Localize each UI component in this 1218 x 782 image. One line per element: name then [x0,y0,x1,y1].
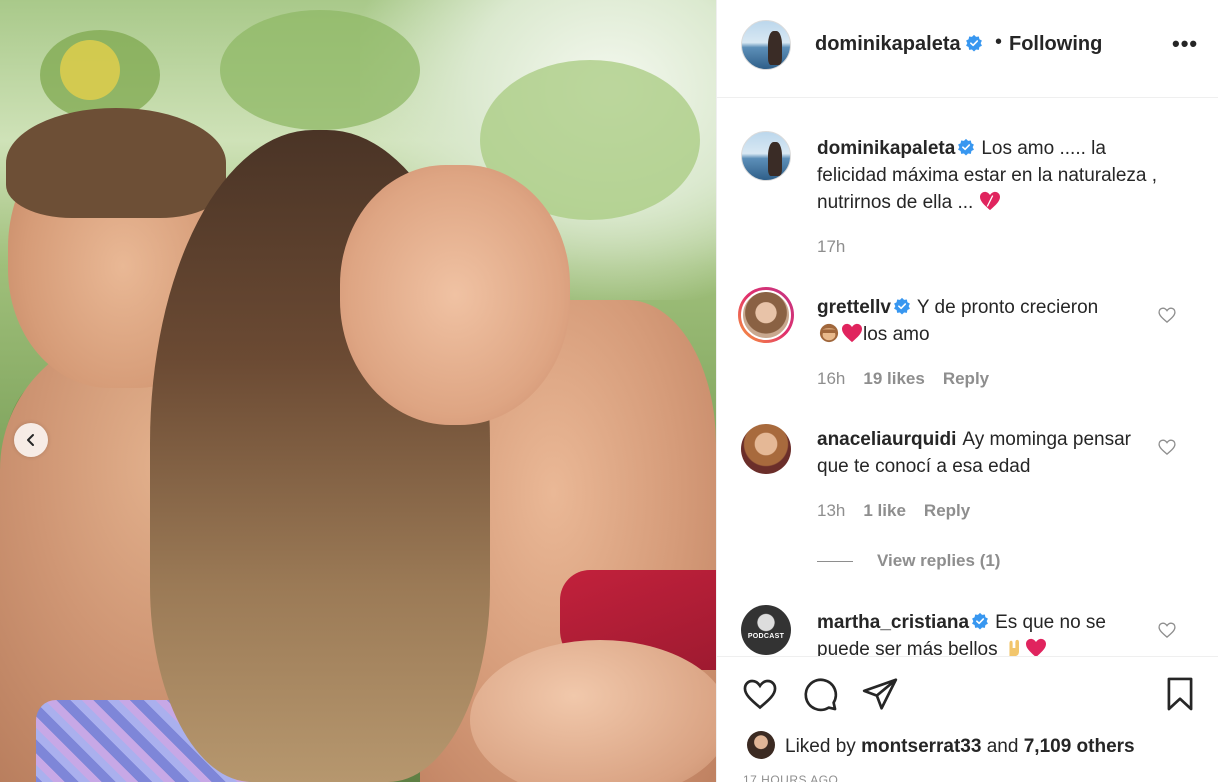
share-icon[interactable] [861,675,899,713]
following-button[interactable]: Following [1009,33,1102,56]
rock-hand-emoji-icon [1009,639,1019,656]
author-username-text[interactable]: dominikapaleta [815,33,961,55]
comment-username[interactable]: martha_cristiana [817,612,969,633]
caption-avatar[interactable] [741,131,791,181]
comment-likes[interactable]: 19 likes [863,369,924,388]
comment-time[interactable]: 16h [817,369,845,388]
verified-badge-icon [965,34,982,52]
post-actions: Liked by montserrat33 and 7,109 others 1… [717,656,1218,782]
caption-text-block: dominikapaleta Los amo ..... la felicidad… [817,135,1177,216]
post-timestamp[interactable]: 17 HOURS AGO [743,773,838,782]
comment-text-line2: los amo [863,324,930,345]
author-avatar[interactable] [741,20,791,70]
caption-username[interactable]: dominikapaleta [817,138,955,159]
post-side-panel: dominikapaleta • Following ••• dominikap… [716,0,1218,782]
chevron-left-icon [27,434,34,446]
liked-by-conj: and [986,736,1019,757]
comment-avatar-grettellv[interactable] [738,287,794,343]
liked-by-prefix: Liked by [785,736,856,757]
heart-emoji-icon [979,191,1000,211]
view-replies-button[interactable]: View replies (1) [817,551,1000,571]
post-photo [0,0,716,782]
verified-badge-icon [972,612,988,630]
bookmark-icon[interactable] [1161,675,1199,713]
liked-by: Liked by montserrat33 and 7,109 others [747,731,1135,759]
comment-avatar-anaceliaurquidi[interactable] [741,424,791,474]
avatar-image [741,290,791,340]
previous-photo-button[interactable] [14,423,48,457]
heart-emoji-icon [1025,638,1046,656]
liker-avatar[interactable] [747,731,775,759]
like-comment-heart-icon[interactable] [1157,437,1177,457]
verified-badge-icon [958,138,975,156]
comment-meta: 16h 19 likes Reply [817,369,1007,389]
post-header: dominikapaleta • Following ••• [717,0,1218,98]
more-options-button[interactable]: ••• [1172,31,1198,57]
heart-icon[interactable] [741,675,779,713]
header-separator: • [995,31,1003,53]
reply-button[interactable]: Reply [924,501,970,520]
photo-man-hair [6,108,226,218]
heart-emoji-icon [842,323,862,343]
liked-by-user[interactable]: montserrat33 [861,736,981,757]
comment-meta: 13h 1 like Reply [817,501,988,521]
verified-badge-icon [894,297,910,315]
photo-woman-face [340,165,570,425]
comment-time[interactable]: 13h [817,501,845,520]
comment-username[interactable]: anaceliaurquidi [817,429,956,450]
photo-foliage [60,40,120,100]
liked-by-others[interactable]: 7,109 others [1024,736,1135,757]
like-comment-heart-icon[interactable] [1157,620,1177,640]
caption-time[interactable]: 17h [817,237,845,256]
comment-avatar-martha_cristiana[interactable]: PODCAST [741,605,791,655]
reply-button[interactable]: Reply [943,369,989,388]
comment-username[interactable]: grettellv [817,297,891,318]
author-username[interactable]: dominikapaleta [815,33,983,56]
comments-list[interactable]: dominikapaleta Los amo ..... la felicidad… [717,99,1218,656]
caption-meta: 17h [817,237,863,257]
comment-icon[interactable] [801,675,839,713]
avatar-podcast-text: PODCAST [747,633,785,640]
photo-foliage [220,10,420,130]
comment-text-block: grettellv Y de pronto crecieron los amo [817,294,1177,348]
replies-divider-line [817,561,853,563]
comment-likes[interactable]: 1 like [863,501,906,520]
comment-text-block: anaceliaurquidi Ay mominga pensar que te … [817,426,1137,480]
like-comment-heart-icon[interactable] [1157,305,1177,325]
comment-text: Y de pronto crecieron [916,297,1099,318]
comment-text-block: martha_cristiana Es que no se puede ser m… [817,609,1157,656]
view-replies-label: View replies (1) [877,551,1001,570]
monkey-emoji-icon [819,323,839,343]
